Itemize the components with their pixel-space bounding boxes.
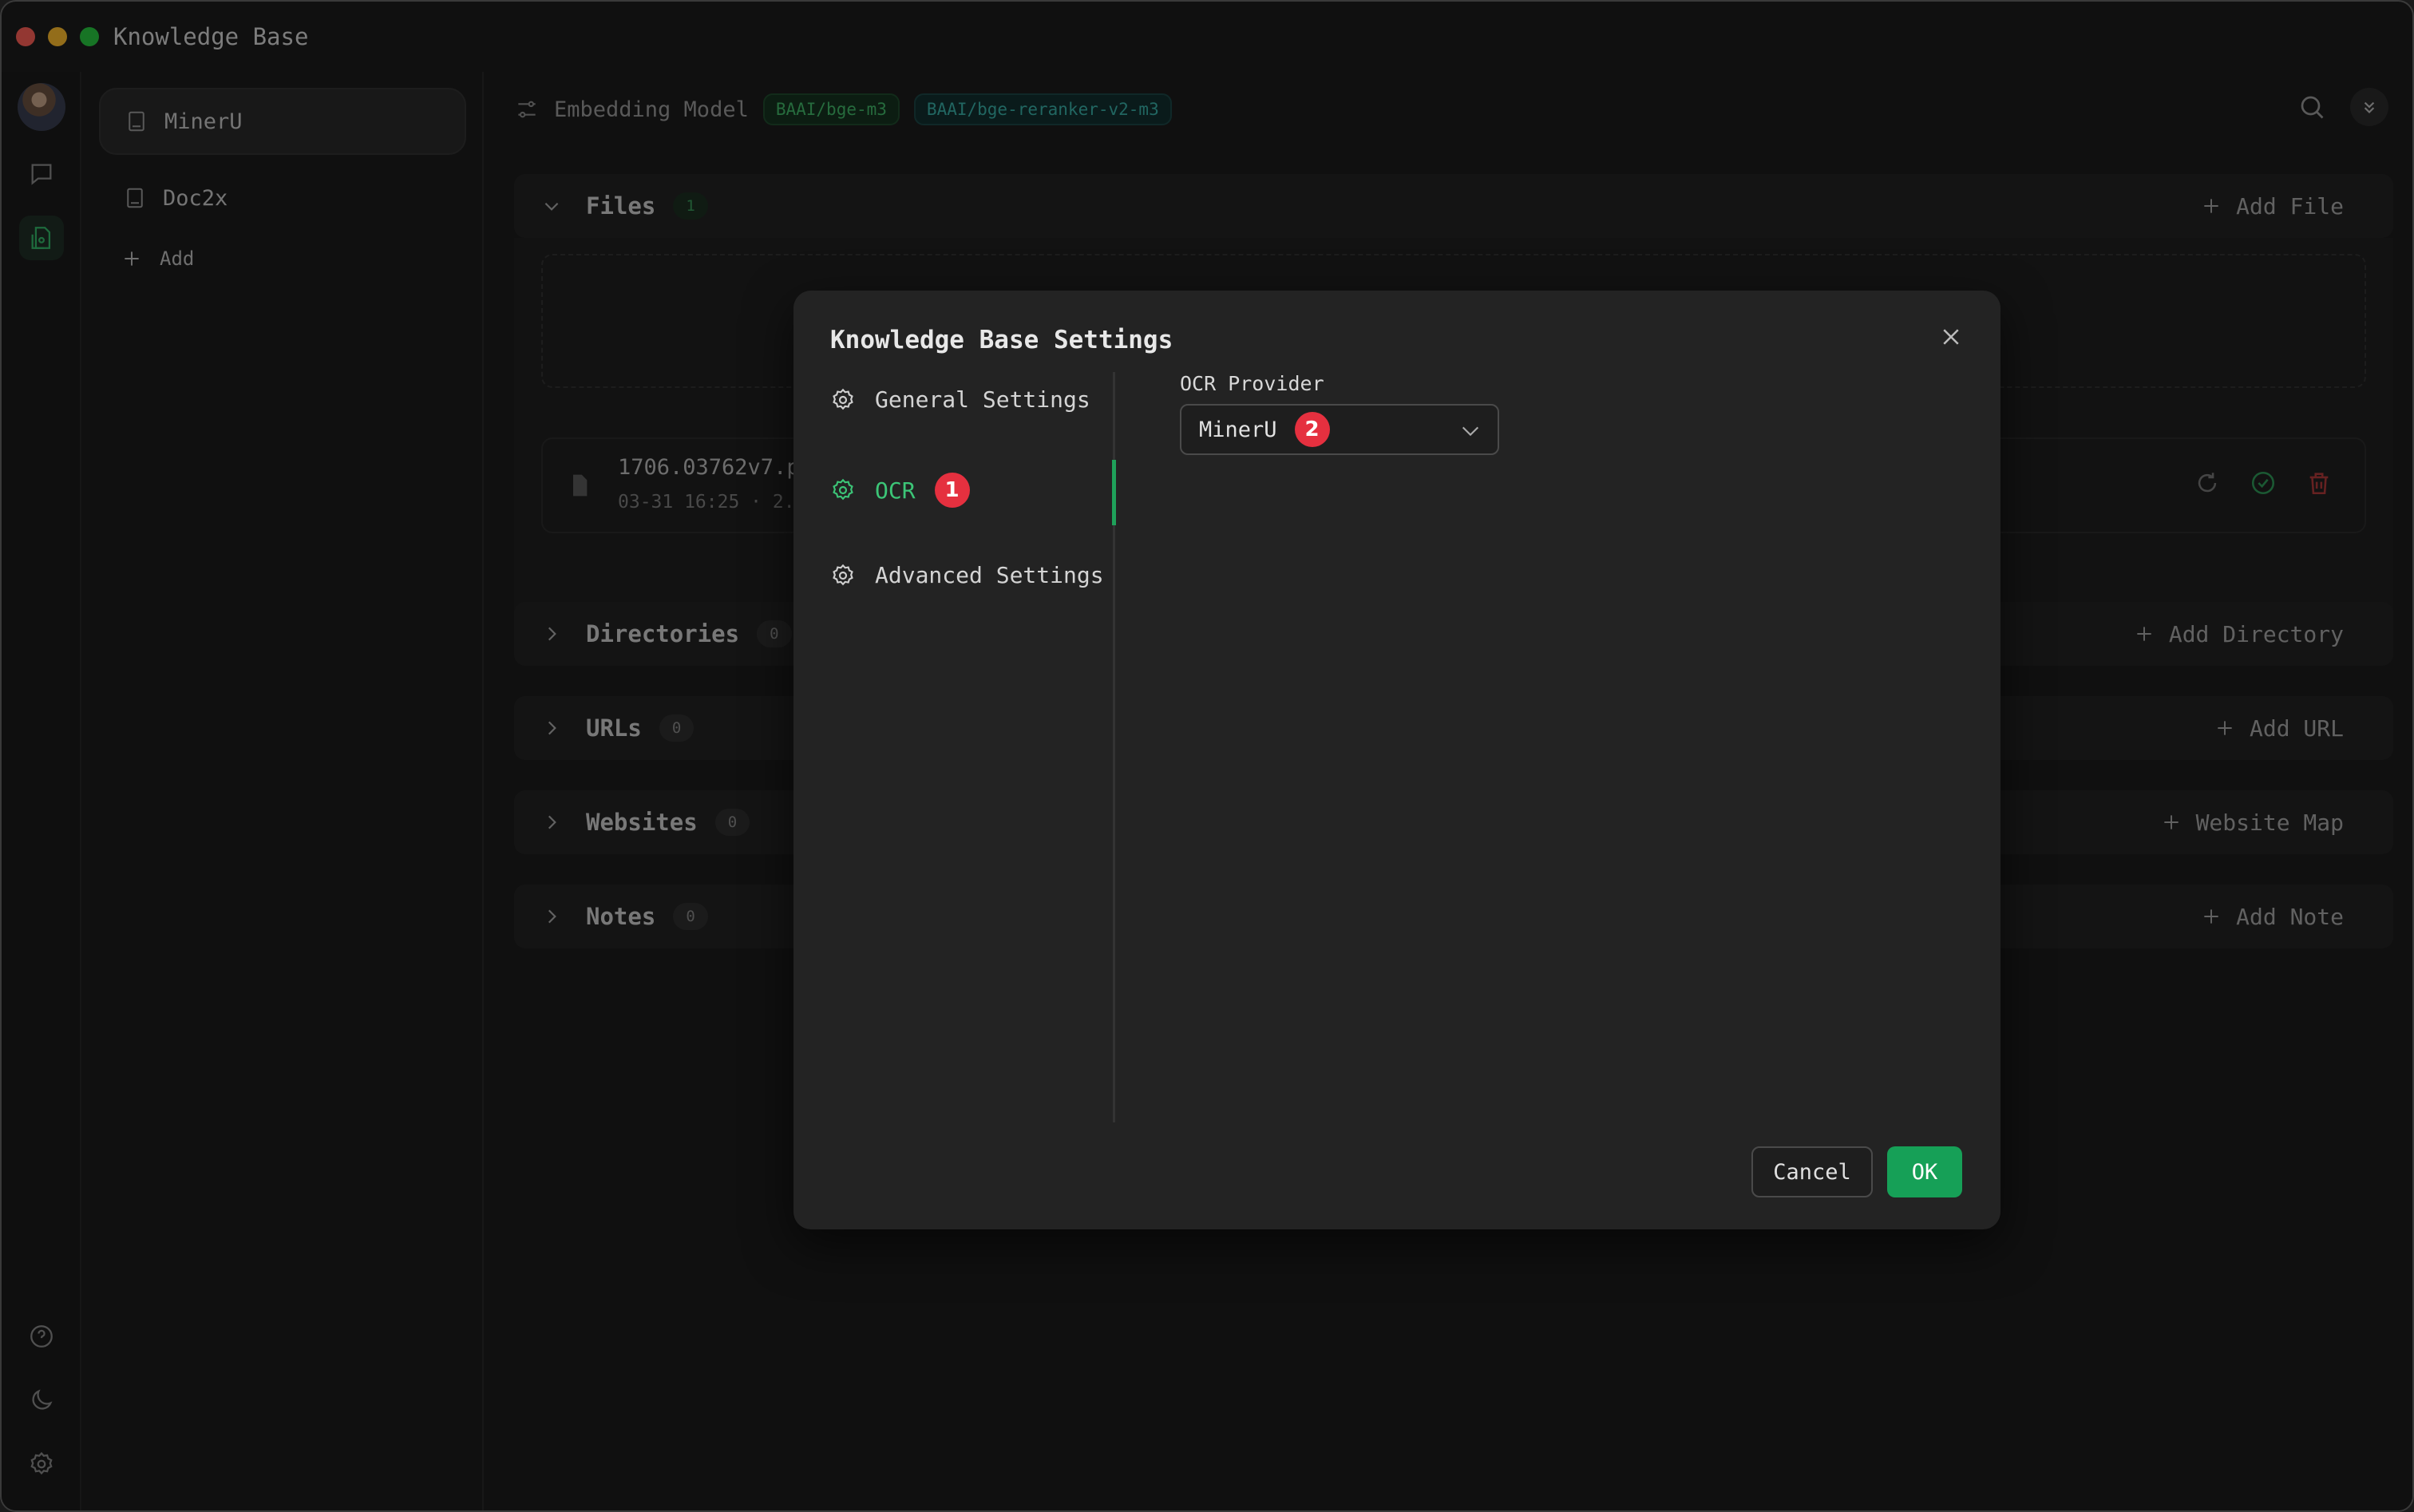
modal-close-button[interactable] bbox=[1933, 319, 1969, 354]
gear-icon bbox=[833, 478, 853, 501]
ok-button[interactable]: OK bbox=[1887, 1146, 1962, 1197]
kb-settings-modal: Knowledge Base Settings General Settings… bbox=[793, 291, 2000, 1229]
modal-title: Knowledge Base Settings bbox=[830, 326, 1173, 354]
ocr-provider-select[interactable]: MinerU 2 bbox=[1180, 404, 1499, 455]
nav-label: Advanced Settings bbox=[875, 562, 1104, 588]
nav-general-settings[interactable]: General Settings bbox=[830, 386, 1090, 413]
nav-label: OCR bbox=[875, 477, 916, 504]
cancel-button[interactable]: Cancel bbox=[1751, 1146, 1873, 1197]
close-icon bbox=[1943, 329, 1959, 345]
nav-ocr[interactable]: OCR 1 bbox=[830, 473, 970, 508]
ocr-provider-label: OCR Provider bbox=[1180, 372, 1324, 395]
gear-icon bbox=[833, 564, 853, 585]
nav-advanced-settings[interactable]: Advanced Settings bbox=[830, 562, 1104, 588]
app-window: Knowledge Base MinerU Doc2x Add Embeddin… bbox=[0, 0, 2414, 1512]
active-nav-indicator bbox=[1112, 460, 1116, 525]
step-badge: 1 bbox=[934, 473, 970, 508]
ocr-provider-value: MinerU bbox=[1199, 417, 1277, 442]
chevron-down-icon bbox=[1462, 426, 1479, 437]
step-badge: 2 bbox=[1294, 412, 1330, 447]
nav-label: General Settings bbox=[875, 386, 1090, 413]
gear-icon bbox=[833, 388, 853, 410]
